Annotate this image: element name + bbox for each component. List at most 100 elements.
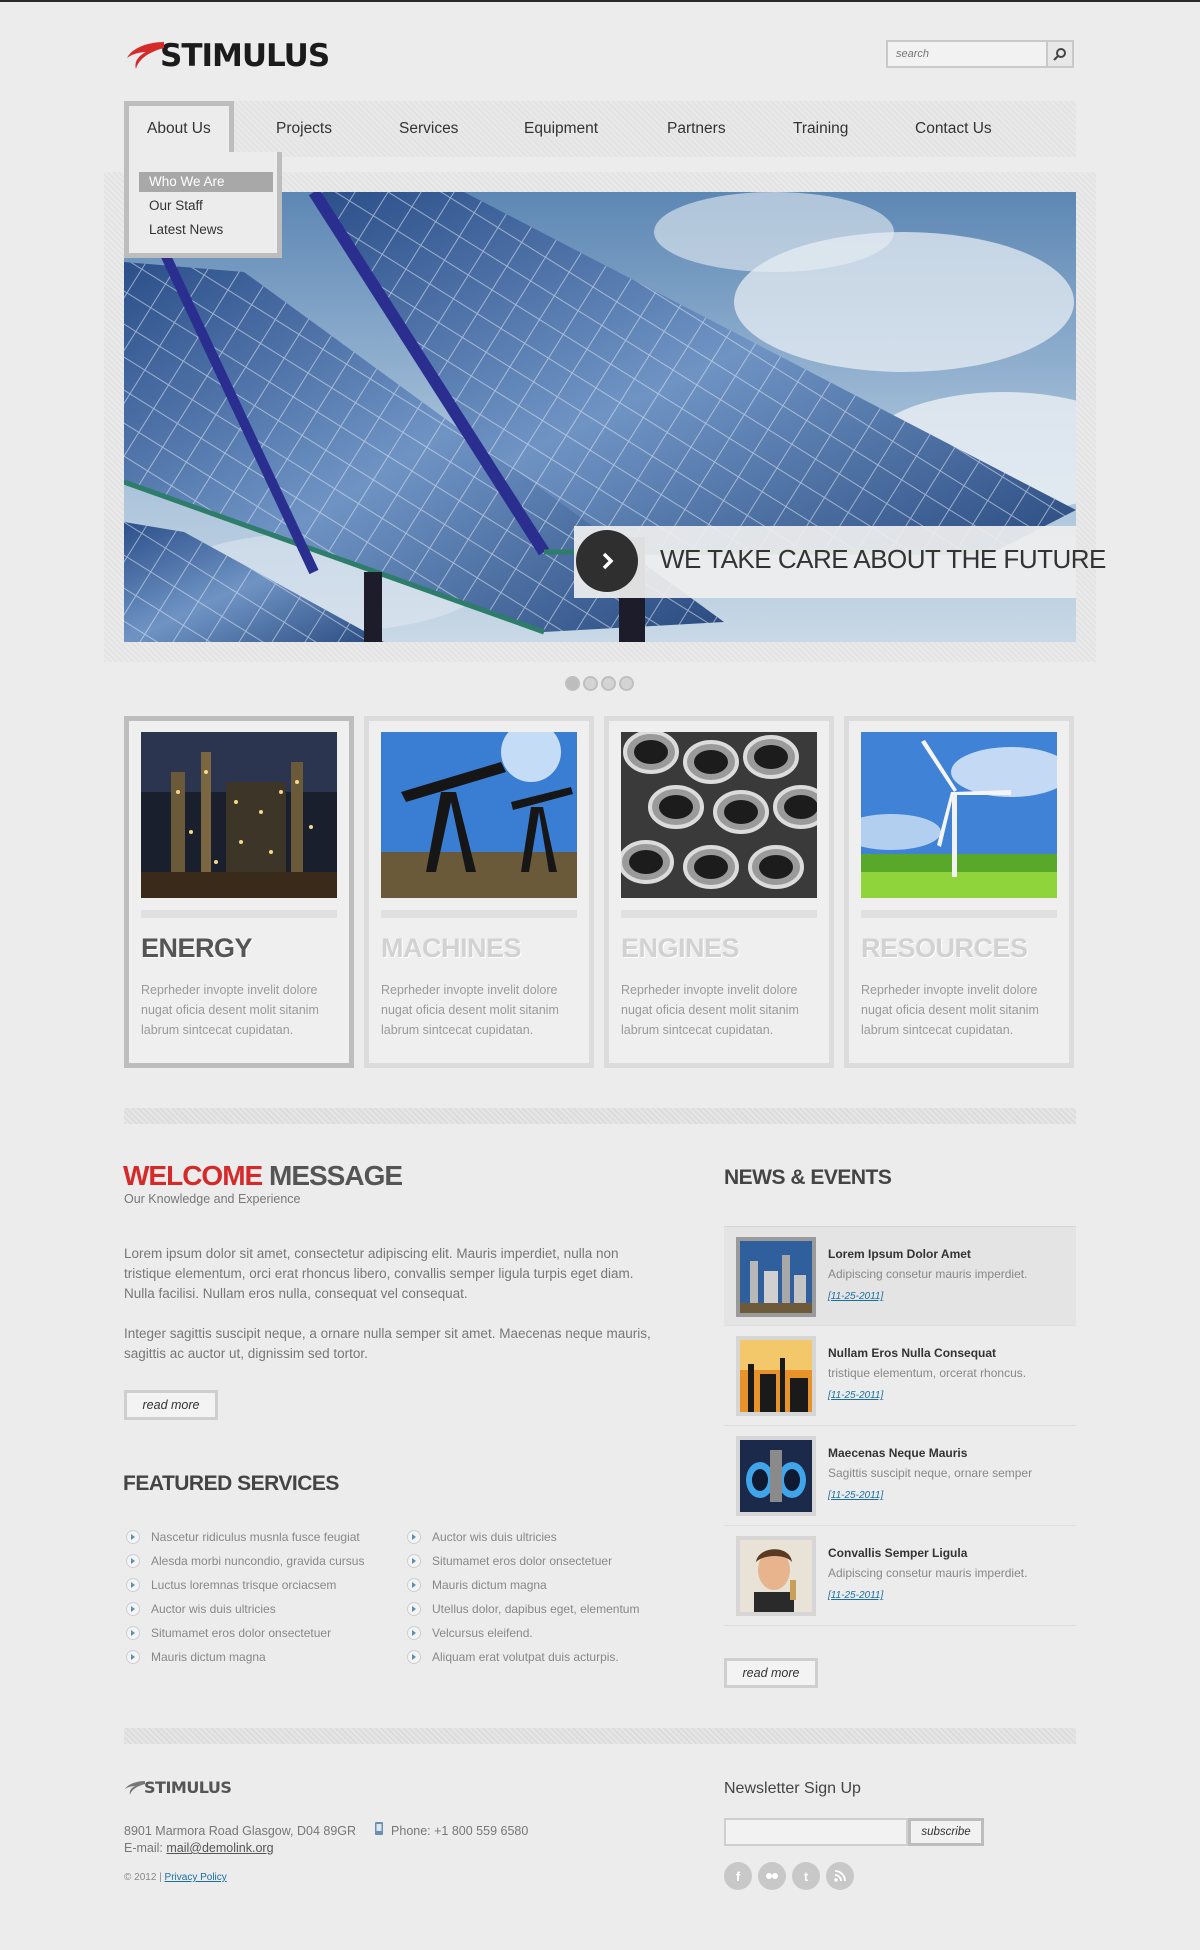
- search-button[interactable]: [1046, 42, 1072, 66]
- news-thumb-plant-sunset: [736, 1336, 816, 1416]
- service-item[interactable]: Utellus dolor, dapibus eget, elementum: [407, 1597, 639, 1621]
- privacy-policy-link[interactable]: Privacy Policy: [165, 1872, 227, 1883]
- news-item[interactable]: Maecenas Neque Mauris Sagittis suscipit …: [724, 1426, 1076, 1526]
- chevron-right-icon: [602, 552, 614, 570]
- service-item[interactable]: Situmamet eros dolor onsectetuer: [407, 1549, 639, 1573]
- search-input[interactable]: [888, 42, 1046, 66]
- bullet-arrow-icon: [126, 1626, 140, 1640]
- top-border: [0, 0, 1200, 2]
- feature-text: Reprheder invopte invelit dolore nugat o…: [861, 983, 1039, 1037]
- footer-address: 8901 Marmora Road Glasgow, D04 89GR: [124, 1824, 357, 1838]
- services-list-left: Nascetur ridiculus musnla fusce feugiat …: [126, 1525, 364, 1669]
- service-item[interactable]: Nascetur ridiculus musnla fusce feugiat: [126, 1525, 364, 1549]
- news-text: Sagittis suscipit neque, ornare semper: [828, 1466, 1033, 1480]
- footer-email-line: E-mail: mail@demolink.org: [124, 1841, 274, 1855]
- slider-pagination: [565, 676, 635, 692]
- search-icon: [1053, 48, 1066, 61]
- phone-icon: [374, 1822, 387, 1838]
- newsletter-email-input[interactable]: [724, 1818, 908, 1846]
- facebook-icon[interactable]: f: [724, 1862, 752, 1890]
- feature-card-engines[interactable]: ENGINES Reprheder invopte invelit dolore…: [604, 716, 834, 1068]
- welcome-paragraph-2: Integer sagittis suscipit neque, a ornar…: [124, 1326, 651, 1361]
- news-date-link[interactable]: [11-25-2011]: [828, 1390, 883, 1401]
- footer-logo[interactable]: STIMULUS: [124, 1778, 232, 1797]
- service-item[interactable]: Mauris dictum magna: [407, 1573, 639, 1597]
- logo-swoosh-icon: [124, 38, 166, 74]
- footer-contact-line: 8901 Marmora Road Glasgow, D04 89GR Phon…: [124, 1822, 528, 1838]
- search-box: [886, 40, 1074, 68]
- feature-divider: [381, 910, 577, 918]
- feature-image-steel-pipes: [621, 732, 817, 898]
- news-thumb-person: [736, 1536, 816, 1616]
- footer-divider: [124, 1728, 1076, 1744]
- news-events-title: NEWS & EVENTS: [724, 1166, 892, 1189]
- bullet-arrow-icon: [407, 1530, 421, 1544]
- service-item[interactable]: Situmamet eros dolor onsectetuer: [126, 1621, 364, 1645]
- news-text: tristique elementum, orcerat rhoncus.: [828, 1366, 1027, 1380]
- slider-dot-2[interactable]: [583, 676, 598, 691]
- welcome-title-highlight: WELCOME: [123, 1160, 263, 1191]
- dropdown-item-who-we-are[interactable]: Who We Are: [139, 172, 273, 192]
- subscribe-button[interactable]: subscribe: [908, 1818, 984, 1846]
- slider-next-button[interactable]: [576, 530, 638, 592]
- welcome-paragraph-1: Lorem ipsum dolor sit amet, consectetur …: [124, 1246, 634, 1301]
- news-date-link[interactable]: [11-25-2011]: [828, 1590, 883, 1601]
- feature-card-resources[interactable]: RESOURCES Reprheder invopte invelit dolo…: [844, 716, 1074, 1068]
- feature-card-machines[interactable]: MACHINES Reprheder invopte invelit dolor…: [364, 716, 594, 1068]
- welcome-read-more-button[interactable]: read more: [124, 1390, 218, 1420]
- news-text: Adipiscing consetur mauris imperdiet.: [828, 1566, 1028, 1580]
- nav-partners[interactable]: Partners: [667, 101, 726, 157]
- nav-contact-us[interactable]: Contact Us: [915, 101, 992, 157]
- feature-title: RESOURCES: [861, 933, 1028, 963]
- footer-email-link[interactable]: mail@demolink.org: [166, 1841, 273, 1855]
- about-us-dropdown: Who We Are Our Staff Latest News: [124, 152, 282, 258]
- service-item[interactable]: Luctus loremnas trisque orciacsem: [126, 1573, 364, 1597]
- feature-divider: [861, 910, 1057, 918]
- dropdown-item-latest-news[interactable]: Latest News: [139, 220, 273, 240]
- nav-services[interactable]: Services: [399, 101, 458, 157]
- feature-image-refinery: [141, 732, 337, 898]
- nav-equipment[interactable]: Equipment: [524, 101, 598, 157]
- feature-card-energy[interactable]: ENERGY Reprheder invopte invelit dolore …: [124, 716, 354, 1068]
- feature-text: Reprheder invopte invelit dolore nugat o…: [141, 983, 319, 1037]
- flickr-icon[interactable]: [758, 1862, 786, 1890]
- main-nav: About Us Projects Services Equipment Par…: [124, 101, 1076, 157]
- footer-phone: Phone: +1 800 559 6580: [391, 1824, 529, 1838]
- service-item[interactable]: Aliquam erat volutpat duis acturpis.: [407, 1645, 639, 1669]
- news-thumb-pipes: [736, 1436, 816, 1516]
- news-item[interactable]: Nullam Eros Nulla Consequat tristique el…: [724, 1326, 1076, 1426]
- service-item[interactable]: Alesda morbi nuncondio, gravida cursus: [126, 1549, 364, 1573]
- section-divider: [124, 1108, 1076, 1124]
- news-item[interactable]: Convallis Semper Ligula Adipiscing conse…: [724, 1526, 1076, 1626]
- service-item[interactable]: Velcursus eleifend.: [407, 1621, 639, 1645]
- site-logo[interactable]: STIMULUS: [124, 36, 330, 76]
- slider-dot-4[interactable]: [619, 676, 634, 691]
- news-date-link[interactable]: [11-25-2011]: [828, 1291, 883, 1302]
- feature-divider: [621, 910, 817, 918]
- twitter-icon[interactable]: t: [792, 1862, 820, 1890]
- slider-dot-1[interactable]: [565, 676, 580, 691]
- bullet-arrow-icon: [407, 1554, 421, 1568]
- slider-dot-3[interactable]: [601, 676, 616, 691]
- nav-about-us[interactable]: About Us: [147, 101, 211, 157]
- news-thumb-refinery: [736, 1237, 816, 1317]
- footer-copyright: © 2012 | Privacy Policy: [124, 1872, 227, 1883]
- bullet-arrow-icon: [407, 1650, 421, 1664]
- news-date-link[interactable]: [11-25-2011]: [828, 1490, 883, 1501]
- feature-text: Reprheder invopte invelit dolore nugat o…: [381, 983, 559, 1037]
- copyright-text: © 2012 |: [124, 1872, 165, 1883]
- feature-title: ENERGY: [141, 933, 253, 963]
- service-item[interactable]: Auctor wis duis ultricies: [407, 1525, 639, 1549]
- feature-divider: [141, 910, 337, 918]
- news-read-more-button[interactable]: read more: [724, 1658, 818, 1688]
- nav-projects[interactable]: Projects: [276, 101, 332, 157]
- feature-image-oil-pumps: [381, 732, 577, 898]
- nav-training[interactable]: Training: [793, 101, 848, 157]
- bullet-arrow-icon: [407, 1578, 421, 1592]
- news-item[interactable]: Lorem Ipsum Dolor Amet Adipiscing conset…: [724, 1226, 1076, 1326]
- service-item[interactable]: Auctor wis duis ultricies: [126, 1597, 364, 1621]
- news-text: Adipiscing consetur mauris imperdiet.: [828, 1267, 1028, 1281]
- rss-icon[interactable]: [826, 1862, 854, 1890]
- service-item[interactable]: Mauris dictum magna: [126, 1645, 364, 1669]
- dropdown-item-our-staff[interactable]: Our Staff: [139, 196, 273, 216]
